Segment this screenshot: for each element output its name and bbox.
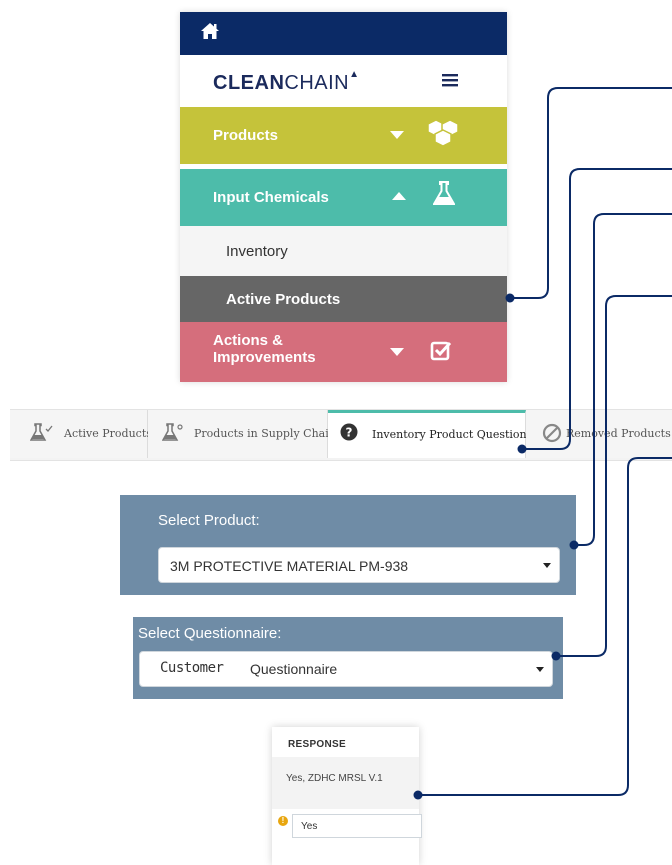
- brand-bar: CLEANCHAIN▲: [180, 55, 507, 107]
- nav-label-actions-line1: Actions &: [213, 332, 284, 349]
- caret-down-icon: [390, 131, 404, 139]
- connector-line: [574, 213, 672, 546]
- chevron-down-icon: [543, 563, 551, 568]
- tab-bar: Active Products Products in Supply Chain…: [10, 409, 672, 461]
- brand-mark: ▲: [349, 69, 360, 81]
- connector-line: [510, 87, 672, 299]
- cubes-icon: [427, 119, 459, 147]
- nav-label-input-chemicals: Input Chemicals: [213, 189, 329, 206]
- tab-label: Products in Supply Chain: [194, 427, 336, 440]
- chevron-down-icon: [536, 667, 544, 672]
- warning-icon: !: [278, 816, 288, 826]
- nav-item-inventory[interactable]: Inventory: [180, 226, 507, 276]
- connector-line: [556, 295, 672, 657]
- nav-section-actions-improvements[interactable]: Actions & Improvements: [180, 322, 507, 382]
- nav-label-inventory: Inventory: [226, 243, 288, 260]
- tab-inventory-product-questions[interactable]: ? Inventory Product Questions: [328, 410, 532, 458]
- brand-light: CHAIN: [284, 72, 350, 94]
- nav-label-actions: Actions & Improvements: [213, 332, 316, 366]
- select-questionnaire-panel: Select Questionnaire: Customer Questionn…: [133, 617, 563, 699]
- nav-label-active-products: Active Products: [226, 291, 341, 308]
- product-select-value: 3M PROTECTIVE MATERIAL PM-938: [170, 558, 409, 574]
- caret-down-icon: [390, 348, 404, 356]
- product-select[interactable]: 3M PROTECTIVE MATERIAL PM-938: [158, 547, 560, 583]
- brand-bold: CLEAN: [213, 72, 285, 94]
- tab-label: Active Products: [64, 427, 152, 440]
- response-row: Yes, ZDHC MRSL V.1: [272, 757, 419, 809]
- questionnaire-select[interactable]: Customer Questionnaire: [139, 651, 553, 687]
- select-questionnaire-label: Select Questionnaire:: [138, 625, 282, 642]
- svg-text:?: ?: [346, 426, 353, 440]
- nav-label-products: Products: [213, 127, 279, 144]
- home-bar[interactable]: [180, 12, 507, 55]
- connector-line: [522, 168, 672, 450]
- side-navigation: CLEANCHAIN▲ Products Input Chemicals Inv…: [180, 12, 507, 382]
- nav-item-active-products[interactable]: Active Products: [180, 276, 507, 322]
- questionnaire-value-customer: Customer: [160, 660, 224, 676]
- tab-label: Removed Products: [566, 427, 671, 440]
- home-icon[interactable]: [200, 22, 220, 40]
- questionnaire-value-name: Questionnaire: [250, 661, 338, 677]
- tab-removed-products[interactable]: Removed Products: [526, 410, 672, 458]
- ban-icon: [542, 423, 562, 443]
- select-product-label: Select Product:: [158, 512, 260, 529]
- response-input-value: Yes: [301, 821, 318, 832]
- response-text: Yes, ZDHC MRSL V.1: [286, 773, 383, 784]
- tab-products-supply-chain[interactable]: Products in Supply Chain: [148, 410, 336, 458]
- caret-up-icon: [392, 192, 406, 200]
- check-square-icon: [430, 341, 452, 361]
- select-product-panel: Select Product: 3M PROTECTIVE MATERIAL P…: [120, 495, 576, 595]
- tab-active-products[interactable]: Active Products: [10, 410, 152, 458]
- brand-logo: CLEANCHAIN▲: [213, 69, 360, 95]
- flask-link-icon: [162, 423, 183, 441]
- warning-glyph: !: [281, 816, 285, 825]
- nav-section-input-chemicals[interactable]: Input Chemicals: [180, 169, 507, 226]
- tab-label: Inventory Product Questions: [372, 428, 533, 441]
- response-header: RESPONSE: [288, 739, 346, 750]
- flask-check-icon: [30, 423, 53, 441]
- nav-label-actions-line2: Improvements: [213, 349, 316, 366]
- response-panel: RESPONSE Yes, ZDHC MRSL V.1 ! Yes: [272, 727, 422, 865]
- question-circle-icon: ?: [340, 423, 358, 441]
- response-input[interactable]: Yes: [292, 814, 422, 838]
- nav-section-products[interactable]: Products: [180, 107, 507, 164]
- flask-icon: [433, 181, 455, 205]
- menu-icon[interactable]: [442, 73, 458, 87]
